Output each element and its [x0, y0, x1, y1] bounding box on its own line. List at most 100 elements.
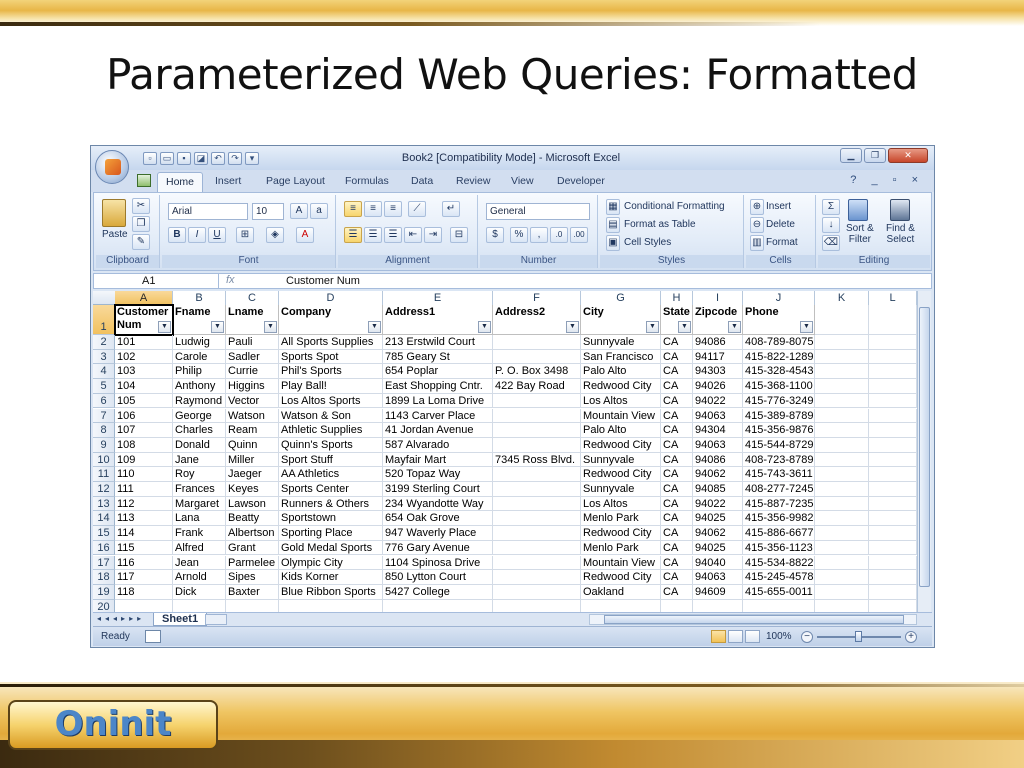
row-header-9[interactable]: 9: [93, 437, 115, 453]
cell-b3[interactable]: Carole: [173, 349, 226, 365]
cell-c15[interactable]: Albertson: [226, 526, 279, 541]
cell-h2[interactable]: CA: [661, 335, 693, 350]
cell-b5[interactable]: Anthony: [173, 379, 226, 394]
print-preview-icon[interactable]: ◪: [194, 151, 208, 165]
normal-view-icon[interactable]: [711, 630, 726, 643]
undo-icon[interactable]: ↶: [211, 151, 225, 165]
cell-a13[interactable]: 112: [115, 496, 173, 512]
cell-b8[interactable]: Charles: [173, 423, 226, 438]
cell-i20[interactable]: [693, 599, 743, 612]
zoom-slider[interactable]: − +: [801, 631, 917, 643]
cell-i13[interactable]: 94022: [693, 496, 743, 512]
cell-d16[interactable]: Gold Medal Sports: [279, 540, 383, 556]
cell-i7[interactable]: 94063: [693, 408, 743, 424]
cell-b18[interactable]: Arnold: [173, 570, 226, 585]
minimize-button[interactable]: ▁: [840, 148, 862, 163]
cell-j15[interactable]: 415-886-6677: [743, 526, 815, 541]
tab-review[interactable]: Review: [456, 175, 490, 187]
cell-c4[interactable]: Currie: [226, 364, 279, 380]
cell-k13[interactable]: [815, 496, 869, 512]
decrease-indent-icon[interactable]: ⇤: [404, 227, 422, 243]
cell-i10[interactable]: 94086: [693, 452, 743, 468]
paste-icon[interactable]: [102, 199, 126, 227]
cell-c7[interactable]: Watson: [226, 408, 279, 424]
cell-g4[interactable]: Palo Alto: [581, 364, 661, 380]
cell-a18[interactable]: 117: [115, 570, 173, 585]
font-size-select[interactable]: 10: [252, 203, 284, 220]
filter-dropdown-f[interactable]: ▼: [566, 321, 579, 333]
cell-g9[interactable]: Redwood City: [581, 437, 661, 453]
filter-dropdown-c[interactable]: ▼: [264, 321, 277, 333]
tab-view[interactable]: View: [511, 175, 534, 187]
redo-icon[interactable]: ↷: [228, 151, 242, 165]
cell-g12[interactable]: Sunnyvale: [581, 482, 661, 497]
cell-j20[interactable]: [743, 599, 815, 612]
cell-a6[interactable]: 105: [115, 393, 173, 409]
cell-i16[interactable]: 94025: [693, 540, 743, 556]
cell-d18[interactable]: Kids Korner: [279, 570, 383, 585]
cell-g18[interactable]: Redwood City: [581, 570, 661, 585]
tab-developer[interactable]: Developer: [557, 175, 605, 187]
cell-g8[interactable]: Palo Alto: [581, 423, 661, 438]
cell-k3[interactable]: [815, 349, 869, 365]
cell-h6[interactable]: CA: [661, 393, 693, 409]
align-top-icon[interactable]: ≡: [344, 201, 362, 217]
worksheet-grid[interactable]: A B C D E F G H I J K L 1 Customer Num ▼ Fname ▼ Lname ▼ Co…: [93, 291, 917, 612]
row-header-11[interactable]: 11: [93, 467, 115, 482]
cell-j18[interactable]: 415-245-4578: [743, 570, 815, 585]
insert-cells-button[interactable]: Insert: [766, 201, 791, 212]
filter-dropdown-i[interactable]: ▼: [728, 321, 741, 333]
cell-g11[interactable]: Redwood City: [581, 467, 661, 482]
cell-g16[interactable]: Menlo Park: [581, 540, 661, 556]
cell-g3[interactable]: San Francisco: [581, 349, 661, 365]
cell-g6[interactable]: Los Altos: [581, 393, 661, 409]
tab-formulas[interactable]: Formulas: [345, 175, 389, 187]
cell-h11[interactable]: CA: [661, 467, 693, 482]
cell-b6[interactable]: Raymond: [173, 393, 226, 409]
zoom-knob[interactable]: [855, 631, 862, 642]
sheet-tab-sheet1[interactable]: Sheet1: [153, 613, 208, 626]
cell-h3[interactable]: CA: [661, 349, 693, 365]
cell-g2[interactable]: Sunnyvale: [581, 335, 661, 350]
cell-j11[interactable]: 415-743-3611: [743, 467, 815, 482]
copy-icon[interactable]: ❐: [132, 216, 150, 232]
align-bottom-icon[interactable]: ≡: [384, 201, 402, 217]
cell-h9[interactable]: CA: [661, 437, 693, 453]
save-icon[interactable]: ▪: [177, 151, 191, 165]
cell-f11[interactable]: [493, 467, 581, 482]
cell-e5[interactable]: East Shopping Cntr.: [383, 379, 493, 394]
column-header-j[interactable]: J: [743, 291, 815, 305]
cell-j8[interactable]: 415-356-9876: [743, 423, 815, 438]
column-header-i[interactable]: I: [693, 291, 743, 305]
cell-j2[interactable]: 408-789-8075: [743, 335, 815, 350]
cell-j19[interactable]: 415-655-0011: [743, 584, 815, 600]
cell-g10[interactable]: Sunnyvale: [581, 452, 661, 468]
cell-a20[interactable]: [115, 599, 173, 612]
cell-h10[interactable]: CA: [661, 452, 693, 468]
cell-e16[interactable]: 776 Gary Avenue: [383, 540, 493, 556]
cell-a8[interactable]: 107: [115, 423, 173, 438]
cell-k5[interactable]: [815, 379, 869, 394]
currency-icon[interactable]: $: [486, 227, 504, 243]
cell-f16[interactable]: [493, 540, 581, 556]
cell-d5[interactable]: Play Ball!: [279, 379, 383, 394]
cell-d4[interactable]: Phil's Sports: [279, 364, 383, 380]
cell-e18[interactable]: 850 Lytton Court: [383, 570, 493, 585]
cell-f12[interactable]: [493, 482, 581, 497]
bold-button[interactable]: B: [168, 227, 186, 243]
row-header-16[interactable]: 16: [93, 540, 115, 556]
cell-i5[interactable]: 94026: [693, 379, 743, 394]
cell-e15[interactable]: 947 Waverly Place: [383, 526, 493, 541]
cell-e8[interactable]: 41 Jordan Avenue: [383, 423, 493, 438]
cell-l13[interactable]: [869, 496, 917, 512]
insert-sheet-icon[interactable]: [205, 614, 227, 625]
cell-b13[interactable]: Margaret: [173, 496, 226, 512]
paste-button[interactable]: Paste: [102, 229, 128, 240]
cell-l11[interactable]: [869, 467, 917, 482]
column-header-g[interactable]: G: [581, 291, 661, 305]
cell-i8[interactable]: 94304: [693, 423, 743, 438]
cell-e19[interactable]: 5427 College: [383, 584, 493, 600]
cell-d19[interactable]: Blue Ribbon Sports: [279, 584, 383, 600]
cell-f5[interactable]: 422 Bay Road: [493, 379, 581, 394]
cell-k20[interactable]: [815, 599, 869, 612]
